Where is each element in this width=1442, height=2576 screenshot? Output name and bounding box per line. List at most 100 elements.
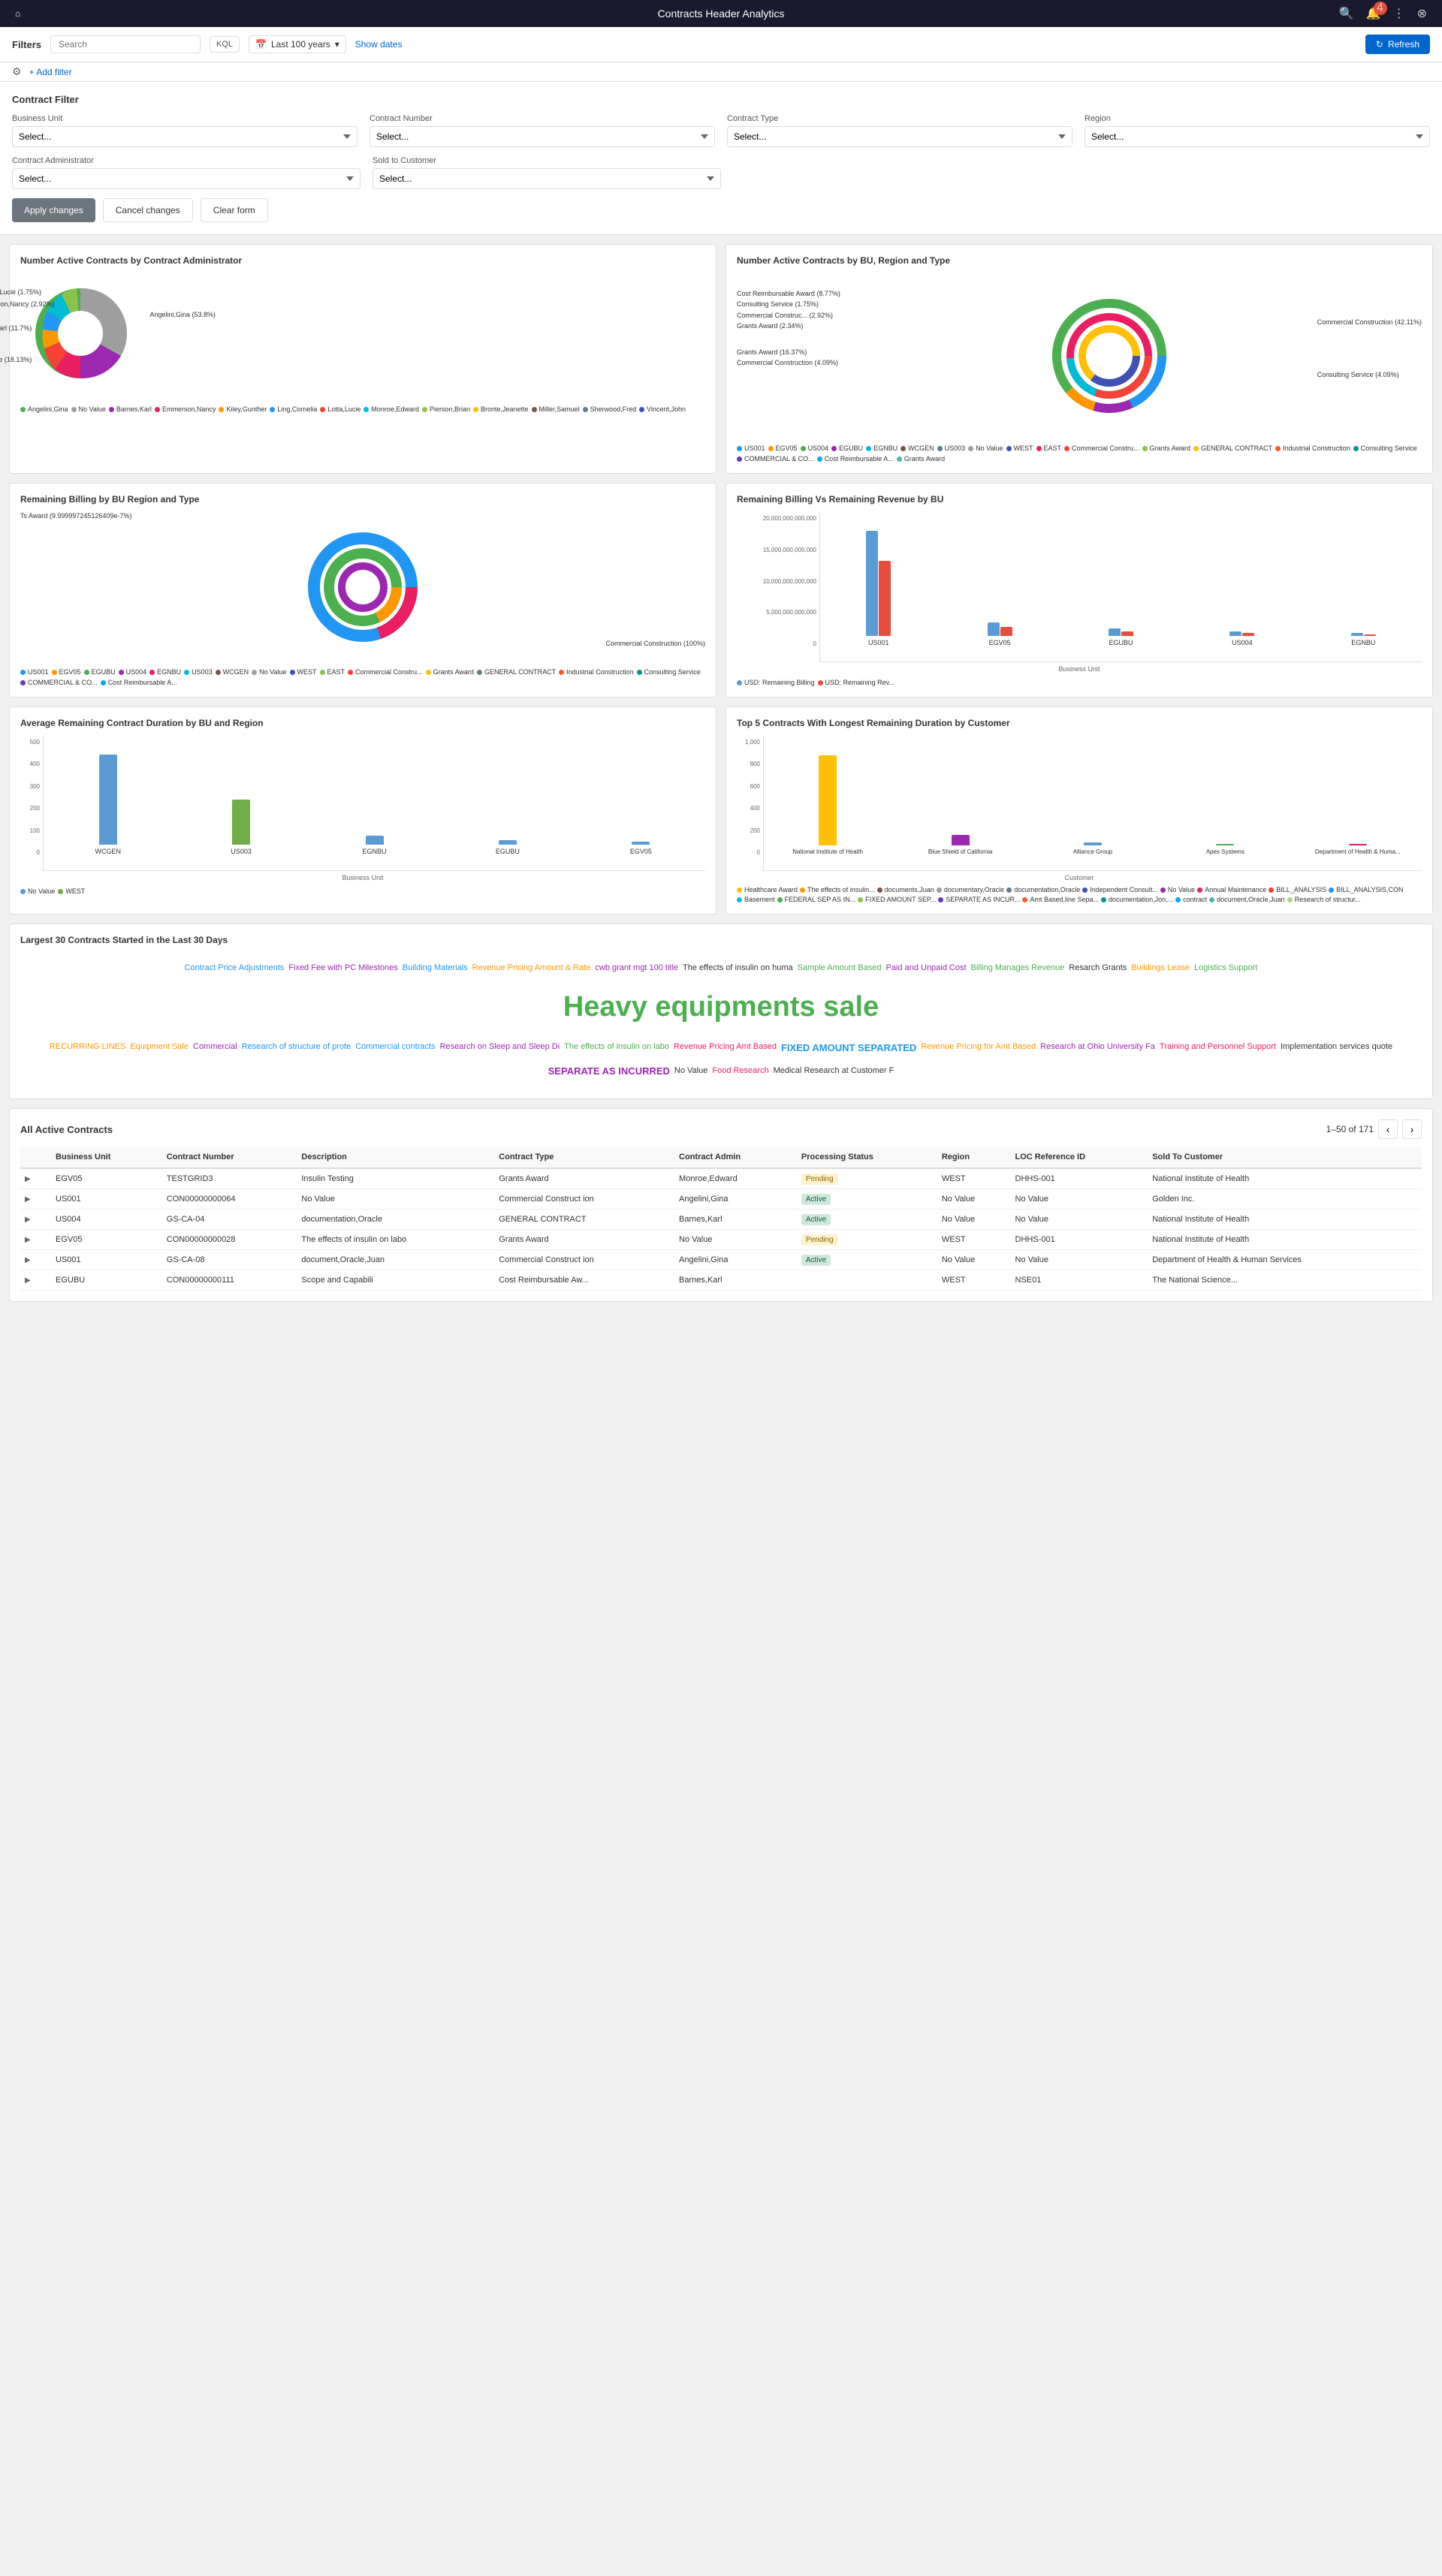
chart-remaining-bar: Remaining Billing Vs Remaining Revenue b… [726,483,1433,697]
word-rev-pricing-based: Revenue Pricing for Amt Based [921,1040,1036,1055]
expand-btn-4[interactable]: ▶ [25,1236,31,1244]
cell-description: Insulin Testing [297,1168,494,1189]
cell-contract-num: GS-CA-08 [162,1250,297,1270]
leg5-novalue: No Value [20,887,55,895]
col-expand [20,1146,51,1168]
expand-btn-3[interactable]: ▶ [25,1216,31,1224]
bar-us004-revenue [1242,633,1254,636]
clear-form-button[interactable]: Clear form [201,198,268,222]
chart4-title: Remaining Billing Vs Remaining Revenue b… [737,494,1422,505]
leg6-docoracle2: document,Oracle,Juan [1209,896,1285,903]
legend-ling: Ling,Cornelia [270,405,317,413]
word-fixed-amount: FIXED AMOUNT SEPARATED [781,1039,916,1056]
refresh-button[interactable]: ↻ Refresh [1365,35,1430,54]
col-customer[interactable]: Sold To Customer [1148,1146,1422,1168]
leg6-contract: contract [1175,896,1207,903]
cell-bu: US001 [51,1189,162,1210]
col-admin[interactable]: Contract Admin [674,1146,797,1168]
bar-us001-billing [866,531,878,636]
contract-number-select[interactable]: Select... [370,126,715,147]
leg5-west: WEST [58,887,85,895]
col-loc[interactable]: LOC Reference ID [1011,1146,1148,1168]
legend-angelini: Angelini,Gina [20,405,68,413]
word-research-ohio: Research at Ohio University Fa [1040,1040,1155,1055]
kql-button[interactable]: KQL [210,36,240,53]
leg3-west: WEST [290,668,317,676]
col-type[interactable]: Contract Type [494,1146,674,1168]
cell-bu: US001 [51,1250,162,1270]
legend-kiley: Kiley,Gunther [219,405,267,413]
main-content: Number Active Contracts by Contract Admi… [0,235,1442,1320]
col-description[interactable]: Description [297,1146,494,1168]
leg6-novalue: No Value [1160,886,1195,893]
bar-national [819,755,837,845]
word-revenue-pricing: Revenue Pricing Amount & Rate [472,961,591,976]
search-icon[interactable]: 🔍 [1339,6,1354,21]
prev-page-button[interactable]: ‹ [1378,1119,1398,1139]
contract-type-select[interactable]: Select... [727,126,1072,147]
cell-customer: National Institute of Health [1148,1210,1422,1230]
chart5-title: Average Remaining Contract Duration by B… [20,718,705,728]
cell-customer: National Institute of Health [1148,1230,1422,1250]
chart-top5-duration: Top 5 Contracts With Longest Remaining D… [726,707,1433,914]
refresh-icon: ↻ [1376,39,1383,50]
word-cloud-area: Contract Price Adjustments Fixed Fee wit… [20,953,1422,1088]
sold-to-customer-select[interactable]: Select... [373,168,721,189]
next-page-button[interactable]: › [1402,1119,1422,1139]
leg3-general: GENERAL CONTRACT [477,668,556,676]
chart-avg-duration: Average Remaining Contract Duration by B… [9,707,716,914]
table-row: ▶ EGUBU CON00000000111 Scope and Capabil… [20,1270,1422,1291]
expand-btn-5[interactable]: ▶ [25,1256,31,1264]
cell-admin: Barnes,Karl [674,1210,797,1230]
cell-admin: Angelini,Gina [674,1250,797,1270]
col-region[interactable]: Region [937,1146,1011,1168]
apply-changes-button[interactable]: Apply changes [12,198,95,222]
filter-bar: Filters KQL 📅 Last 100 years ▾ Show date… [0,27,1442,62]
close-icon[interactable]: ⊗ [1417,6,1427,21]
chart3-label2: Commercial Construction (100%) [605,640,705,647]
word-novalue: No Value [674,1064,707,1079]
leg-general: GENERAL CONTRACT [1193,444,1272,452]
leg3-egnbu: EGNBU [149,668,181,676]
more-icon[interactable]: ⋮ [1393,6,1405,21]
cell-description: The effects of insulin on labo [297,1230,494,1250]
cell-customer: National Institute of Health [1148,1168,1422,1189]
add-filter-button[interactable]: + Add filter [29,67,72,77]
business-unit-select[interactable]: Select... [12,126,357,147]
leg-east: EAST [1036,444,1062,452]
col-bu[interactable]: Business Unit [51,1146,162,1168]
word-logistics: Logistics Support [1194,961,1257,976]
show-dates-button[interactable]: Show dates [355,39,403,50]
bar-egnbu [366,836,384,845]
bar-egubu2 [499,840,517,845]
filter-row-2: Contract Administrator Select... Sold to… [12,156,1430,189]
leg3-east: EAST [320,668,345,676]
bar-wcgen [99,755,117,845]
col-contract-num[interactable]: Contract Number [162,1146,297,1168]
top-navigation: ⌂ Contracts Header Analytics 🔍 🔔 4 ⋮ ⊗ [0,0,1442,27]
chart6-bars: National Institute of Health Blue Shield… [763,736,1422,871]
expand-btn-1[interactable]: ▶ [25,1175,31,1183]
region-select[interactable]: Select... [1085,126,1430,147]
nav-icons: 🔍 🔔 4 ⋮ ⊗ [1339,6,1427,21]
legend-vincent: Vincent,John [639,405,686,413]
pagination: 1–50 of 171 ‹ › [1326,1119,1422,1139]
cell-type: Commercial Construct ion [494,1189,674,1210]
cell-description: Scope and Capabili [297,1270,494,1291]
expand-btn-2[interactable]: ▶ [25,1195,31,1204]
date-range-selector[interactable]: 📅 Last 100 years ▾ [249,35,346,53]
leg4-revenue: USD: Remaining Rev... [818,679,894,686]
expand-btn-6[interactable]: ▶ [25,1276,31,1285]
leg3-us004: US004 [119,668,147,676]
settings-icon[interactable]: ⚙ [12,65,22,78]
leg6-annual: Annual Maintenance [1197,886,1266,893]
cancel-changes-button[interactable]: Cancel changes [103,198,193,222]
legend-bronte: Bronte,Jeanette [473,405,529,413]
notification-icon[interactable]: 🔔 4 [1366,6,1381,21]
home-icon[interactable]: ⌂ [15,8,20,19]
col-status[interactable]: Processing Status [797,1146,937,1168]
leg4-billing: USD: Remaining Billing [737,679,815,686]
word-cloud-title: Largest 30 Contracts Started in the Last… [20,935,1422,945]
contract-admin-select[interactable]: Select... [12,168,360,189]
search-input[interactable] [50,35,201,53]
